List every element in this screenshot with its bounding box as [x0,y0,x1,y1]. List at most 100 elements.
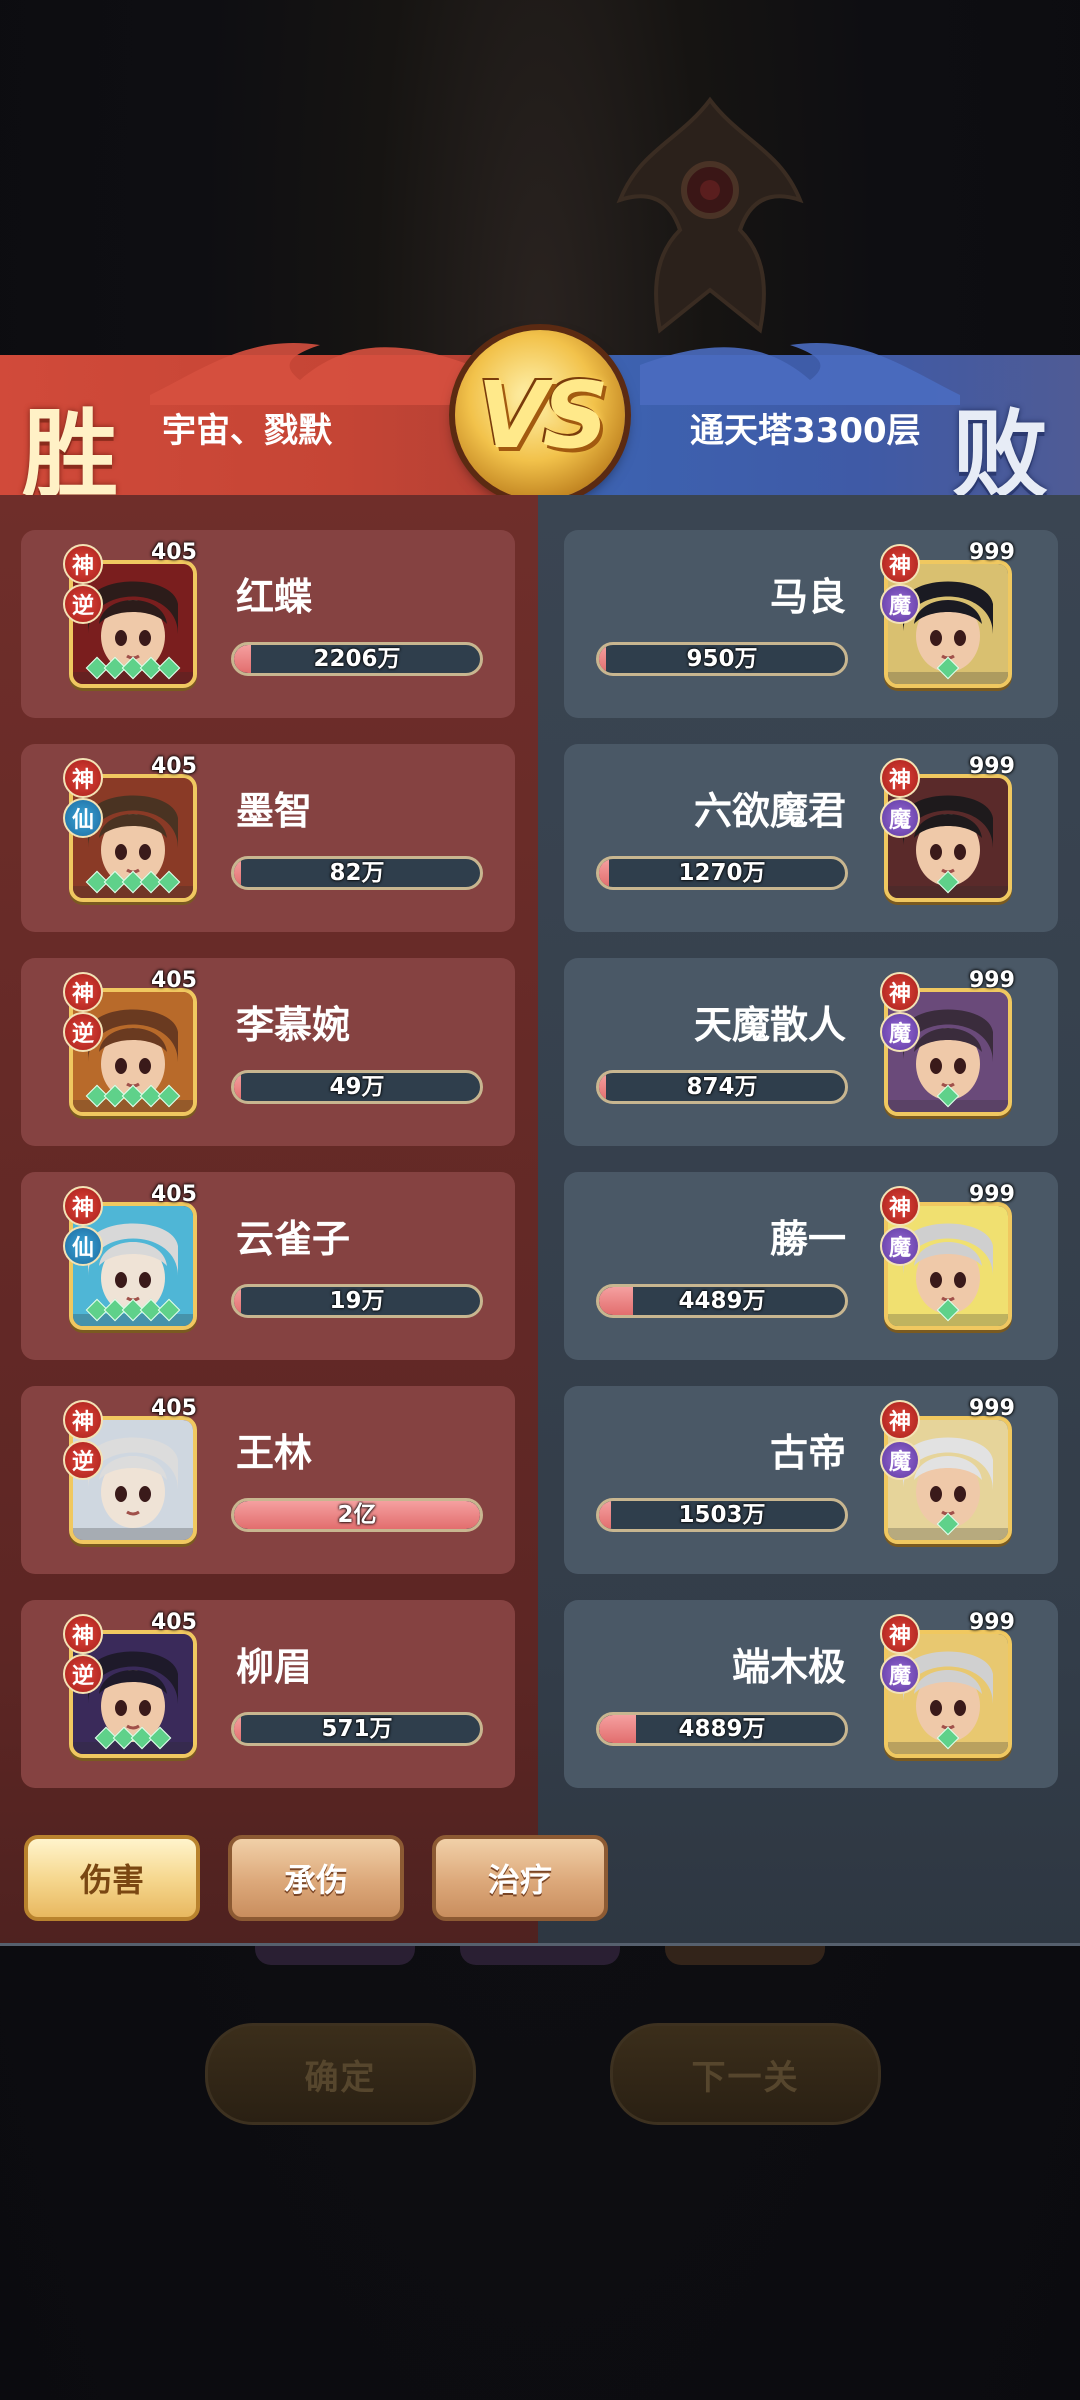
star-rating [81,1084,185,1108]
hero-name: 红蝶 [236,575,313,619]
star-gem-icon [936,870,960,894]
faction-badge: 仙 [63,798,103,838]
hero-level: 999 [969,1610,1015,1635]
star-gem-icon [157,656,181,680]
star-rating [81,656,185,680]
rank-badge: 神 [63,544,103,584]
damage-value: 4889万 [678,1716,766,1742]
star-gem-icon [936,1512,960,1536]
hero-name: 王林 [236,1431,313,1475]
faction-badge: 逆 [63,1440,103,1480]
star-gem-icon [936,1084,960,1108]
faction-badge: 魔 [880,1654,920,1694]
damage-value: 49万 [329,1074,385,1100]
hero-level: 405 [151,754,197,779]
tab-damage[interactable]: 伤害 [24,1835,200,1921]
red-flame-decoration [150,343,470,405]
star-gem-icon [148,1726,172,1750]
rank-badge: 神 [63,1186,103,1226]
damage-bar: 2亿 [231,1498,483,1532]
faction-badge: 魔 [880,1226,920,1266]
star-rating [81,1516,185,1534]
right-hero-card[interactable]: 999 神 魔 端木极 4889万 [564,1600,1058,1788]
hero-name: 马良 [769,575,846,619]
faction-badge: 魔 [880,1440,920,1480]
hero-name: 六欲魔君 [693,789,846,833]
damage-bar: 950万 [596,642,848,676]
left-hero-card[interactable]: 405 神 逆 李慕婉 49万 [21,958,515,1146]
damage-bar: 49万 [231,1070,483,1104]
right-hero-card[interactable]: 999 神 魔 蕂一 4489万 [564,1172,1058,1360]
confirm-button[interactable]: 确定 [205,2023,476,2125]
right-hero-card[interactable]: 999 神 魔 六欲魔君 1270万 [564,744,1058,932]
hero-level: 405 [151,1610,197,1635]
hero-name: 墨智 [236,789,313,833]
left-hero-card[interactable]: 405 神 仙 云雀子 19万 [21,1172,515,1360]
hero-name: 云雀子 [236,1217,351,1261]
star-rating [896,1726,1000,1750]
hero-level: 999 [969,1396,1015,1421]
star-rating [81,870,185,894]
battle-result-header: 胜 宇宙、戮默 通天塔3300层 败 VS [0,330,1080,511]
damage-value: 950万 [686,646,758,672]
star-rating [896,1084,1000,1108]
rank-badge: 神 [880,758,920,798]
rank-badge: 神 [880,972,920,1012]
right-hero-card[interactable]: 999 神 魔 古帝 1503万 [564,1386,1058,1574]
hero-level: 999 [969,754,1015,779]
rank-badge: 神 [63,758,103,798]
panel-divider [0,1943,1080,1946]
rank-badge: 神 [63,1614,103,1654]
rank-badge: 神 [880,544,920,584]
star-gem-icon [157,1084,181,1108]
star-gem-icon [936,1726,960,1750]
damage-bar: 2206万 [231,642,483,676]
hero-name: 蕂一 [769,1217,846,1261]
hero-level: 405 [151,968,197,993]
left-hero-card[interactable]: 405 神 仙 墨智 82万 [21,744,515,932]
hero-level: 405 [151,1396,197,1421]
damage-value: 19万 [329,1288,385,1314]
tab-damage-taken[interactable]: 承伤 [228,1835,404,1921]
damage-value: 1270万 [678,860,766,886]
star-gem-icon [936,656,960,680]
star-rating [81,1298,185,1322]
next-level-button[interactable]: 下一关 [610,2023,881,2125]
damage-bar: 1503万 [596,1498,848,1532]
faction-badge: 魔 [880,1012,920,1052]
damage-bar: 4489万 [596,1284,848,1318]
faction-badge: 逆 [63,584,103,624]
star-rating [896,1512,1000,1536]
damage-value: 82万 [329,860,385,886]
rank-badge: 神 [63,972,103,1012]
rank-badge: 神 [63,1400,103,1440]
faction-badge: 逆 [63,1012,103,1052]
star-rating [896,656,1000,680]
left-hero-card[interactable]: 405 神 逆 王林 2亿 [21,1386,515,1574]
hero-level: 405 [151,1182,197,1207]
right-team-name: 通天塔3300层 [690,411,921,451]
right-hero-card[interactable]: 999 神 魔 马良 950万 [564,530,1058,718]
tab-healing[interactable]: 治疗 [432,1835,608,1921]
star-rating [896,870,1000,894]
damage-bar: 19万 [231,1284,483,1318]
vs-label: VS [477,361,608,469]
vs-emblem: VS [455,330,625,500]
right-hero-card[interactable]: 999 神 魔 天魔散人 874万 [564,958,1058,1146]
left-hero-card[interactable]: 405 神 逆 红蝶 2206万 [21,530,515,718]
star-rating [81,1726,185,1750]
hero-name: 端木极 [731,1645,846,1689]
star-rating [896,1298,1000,1322]
hero-level: 999 [969,540,1015,565]
star-gem-icon [157,1298,181,1322]
damage-value: 874万 [686,1074,758,1100]
faction-badge: 逆 [63,1654,103,1694]
faction-badge: 魔 [880,584,920,624]
rank-badge: 神 [880,1400,920,1440]
left-hero-card[interactable]: 405 神 逆 柳眉 571万 [21,1600,515,1788]
left-team-name: 宇宙、戮默 [162,411,332,451]
hero-name: 天魔散人 [693,1003,846,1047]
star-gem-icon [157,870,181,894]
damage-bar: 4889万 [596,1712,848,1746]
damage-bar: 571万 [231,1712,483,1746]
